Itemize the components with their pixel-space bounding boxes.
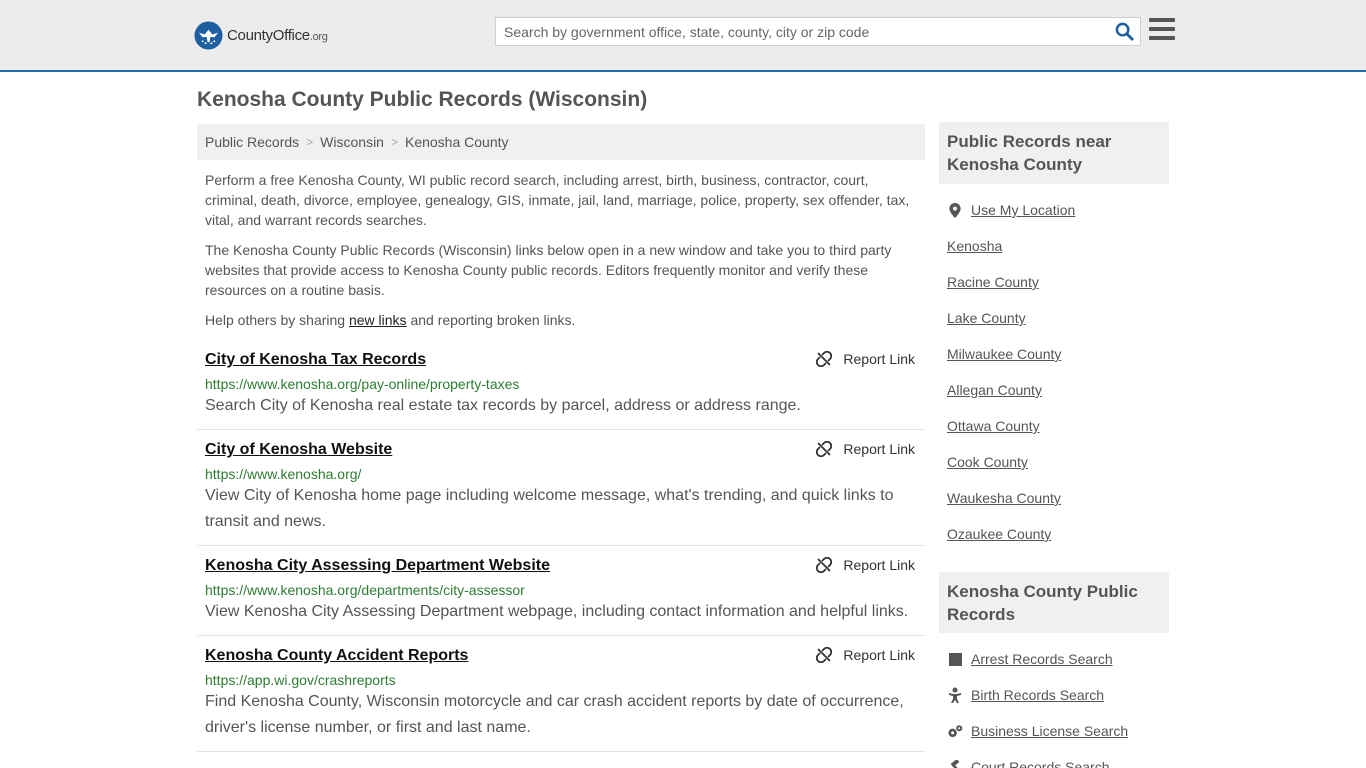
list-item: Birth Records Search (947, 677, 1169, 713)
eagle-seal-icon (194, 20, 223, 50)
business-license-link[interactable]: Business License Search (971, 723, 1128, 739)
search-bar (495, 17, 1141, 46)
list-item: Ottawa County (947, 408, 1169, 444)
record-url[interactable]: https://app.wi.gov/crashreports (205, 671, 917, 689)
report-link-button[interactable]: Report Link (816, 647, 915, 663)
hamburger-icon-bar (1149, 27, 1175, 31)
site-header: CountyOffice.org (0, 0, 1366, 72)
nearby-link-ozaukee-county[interactable]: Ozaukee County (947, 526, 1051, 542)
hamburger-menu-button[interactable] (1149, 18, 1175, 42)
nearby-link-allegan-county[interactable]: Allegan County (947, 382, 1042, 398)
nearby-records-heading: Public Records near Kenosha County (939, 122, 1169, 184)
nearby-link-milwaukee-county[interactable]: Milwaukee County (947, 346, 1061, 362)
logo-wordmark: CountyOffice.org (227, 27, 328, 44)
list-item: Allegan County (947, 372, 1169, 408)
broken-link-icon (816, 441, 833, 457)
report-link-label: Report Link (843, 647, 915, 663)
logo-suffix-text: .org (309, 30, 328, 43)
record-item: City of Kenosha Website Report Link http… (197, 430, 925, 546)
baby-icon (947, 687, 963, 703)
list-item: Kenosha (947, 228, 1169, 264)
search-button[interactable] (1108, 18, 1140, 45)
page-title: Kenosha County Public Records (Wisconsin… (197, 88, 648, 111)
site-logo[interactable]: CountyOffice.org (194, 20, 328, 50)
report-link-button[interactable]: Report Link (816, 557, 915, 573)
report-link-label: Report Link (843, 441, 915, 457)
broken-link-icon (816, 647, 833, 663)
report-link-label: Report Link (843, 351, 915, 367)
intro-paragraph-3: Help others by sharing new links and rep… (205, 310, 917, 330)
record-title-link[interactable]: City of Kenosha Tax Records (205, 350, 426, 370)
nearby-link-cook-county[interactable]: Cook County (947, 454, 1028, 470)
gears-icon (947, 723, 963, 739)
broken-link-icon (816, 351, 833, 367)
record-description: Search City of Kenosha real estate tax r… (205, 397, 801, 414)
record-description: Find Kenosha County, Wisconsin motorcycl… (205, 693, 904, 736)
intro-text: Help others by sharing (205, 312, 349, 328)
list-item: Court Records Search (947, 749, 1169, 768)
list-item: Lake County (947, 300, 1169, 336)
record-url[interactable]: https://www.kenosha.org/pay-online/prope… (205, 375, 917, 393)
intro-paragraph-2: The Kenosha County Public Records (Wisco… (205, 242, 892, 298)
record-description: View City of Kenosha home page including… (205, 487, 894, 530)
nearby-records-list: Use My Location Kenosha Racine County La… (947, 192, 1169, 552)
intro-paragraph-1: Perform a free Kenosha County, WI public… (205, 172, 910, 228)
record-url[interactable]: https://www.kenosha.org/departments/city… (205, 581, 917, 599)
intro-text: and reporting broken links. (406, 312, 576, 328)
record-item: City of Kenosha Tax Records Report Link … (197, 340, 925, 430)
list-item: Arrest Records Search (947, 641, 1169, 677)
record-item: Kenosha City Assessing Department Websit… (197, 546, 925, 636)
breadcrumb: Public Records > Wisconsin > Kenosha Cou… (197, 124, 925, 160)
logo-main-text: CountyOffice (227, 26, 310, 44)
nearby-link-ottawa-county[interactable]: Ottawa County (947, 418, 1040, 434)
nearby-link-waukesha-county[interactable]: Waukesha County (947, 490, 1061, 506)
record-description: View Kenosha City Assessing Department w… (205, 603, 909, 620)
court-records-link[interactable]: Court Records Search (971, 759, 1110, 768)
record-title-link[interactable]: Kenosha City Assessing Department Websit… (205, 556, 550, 576)
broken-link-icon (816, 557, 833, 573)
record-url[interactable]: https://www.kenosha.org/ (205, 465, 917, 483)
report-link-button[interactable]: Report Link (816, 441, 915, 457)
use-my-location-link[interactable]: Use My Location (971, 202, 1075, 218)
breadcrumb-public-records[interactable]: Public Records (205, 134, 299, 150)
nearby-link-racine-county[interactable]: Racine County (947, 274, 1039, 290)
county-records-heading: Kenosha County Public Records (939, 572, 1169, 633)
chevron-right-icon: > (390, 135, 398, 149)
record-title-link[interactable]: Kenosha County Accident Reports (205, 646, 468, 666)
breadcrumb-kenosha-county[interactable]: Kenosha County (405, 134, 509, 150)
record-item: Kenosha County Accident Reports Report L… (197, 636, 925, 752)
list-item: Waukesha County (947, 480, 1169, 516)
hamburger-icon-bar (1149, 36, 1175, 40)
list-item: Ozaukee County (947, 516, 1169, 552)
search-input[interactable] (496, 18, 1108, 45)
birth-records-link[interactable]: Birth Records Search (971, 687, 1104, 703)
breadcrumb-wisconsin[interactable]: Wisconsin (320, 134, 384, 150)
arrest-records-link[interactable]: Arrest Records Search (971, 651, 1113, 667)
square-icon (947, 651, 963, 667)
report-link-label: Report Link (843, 557, 915, 573)
map-marker-icon (947, 202, 963, 218)
records-list: City of Kenosha Tax Records Report Link … (197, 340, 925, 752)
hamburger-icon (1149, 18, 1175, 22)
list-item: Business License Search (947, 713, 1169, 749)
list-item: Cook County (947, 444, 1169, 480)
nearby-link-lake-county[interactable]: Lake County (947, 310, 1026, 326)
nearby-link-kenosha[interactable]: Kenosha (947, 238, 1002, 254)
list-item: Racine County (947, 264, 1169, 300)
chevron-right-icon: > (306, 135, 314, 149)
search-icon (1115, 22, 1134, 41)
report-link-button[interactable]: Report Link (816, 351, 915, 367)
record-title-link[interactable]: City of Kenosha Website (205, 440, 392, 460)
list-item: Milwaukee County (947, 336, 1169, 372)
gavel-icon (947, 759, 963, 768)
county-records-list: Arrest Records Search Birth Records Sear… (947, 641, 1169, 768)
new-links-link[interactable]: new links (349, 312, 407, 328)
use-location-item: Use My Location (947, 192, 1169, 228)
